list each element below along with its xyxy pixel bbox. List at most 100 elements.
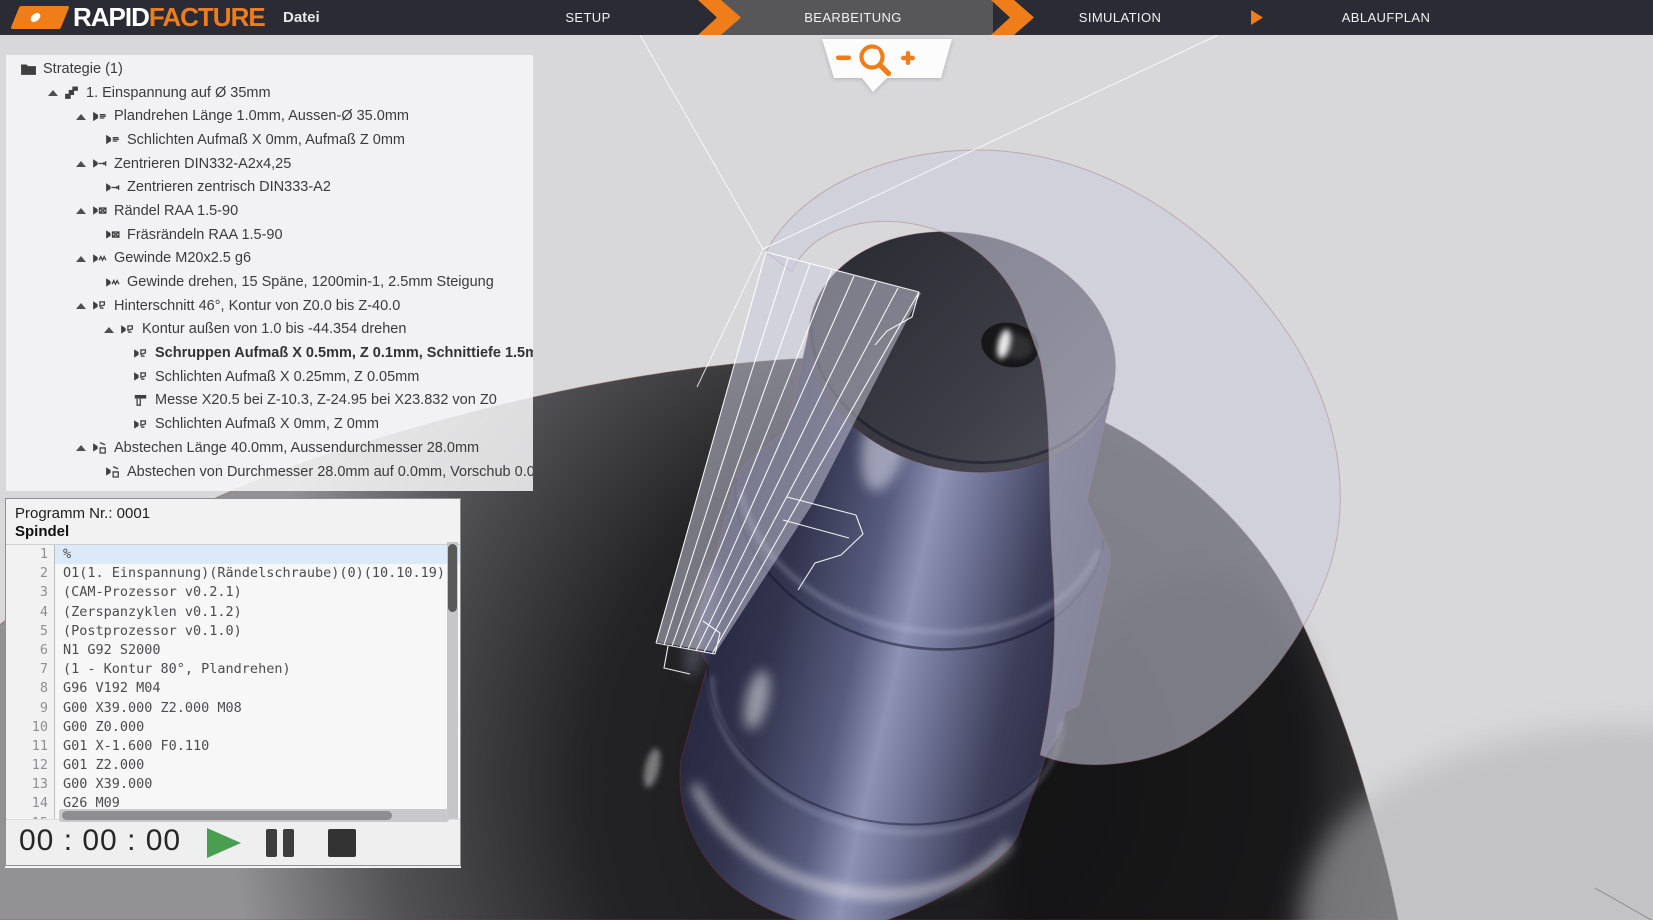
vertical-scrollbar[interactable] [447, 542, 458, 819]
line-number: 2 [6, 564, 55, 584]
gcode-line[interactable]: 1 % [6, 545, 460, 565]
tree-item[interactable]: Hinterschnitt 46°, Kontur von Z0.0 bis Z… [6, 294, 533, 318]
chuck-icon [63, 84, 80, 101]
tree-item[interactable]: Plandrehen Länge 1.0mm, Aussen-Ø 35.0mm [6, 104, 533, 128]
tree-item-label: Abstechen Länge 40.0mm, Aussendurchmesse… [114, 439, 480, 456]
vertical-scrollbar-thumb[interactable] [448, 544, 457, 612]
tree-item[interactable]: Schlichten Aufmaß X 0.25mm, Z 0.05mm [6, 365, 533, 389]
line-number: 13 [6, 775, 55, 795]
line-number: 4 [6, 602, 55, 622]
tree-item[interactable]: Schlichten Aufmaß X 0mm, Aufmaß Z 0mm [6, 128, 533, 152]
top-bar: RAPIDFACTURE Datei SETUP BEARBEITUNG SIM… [0, 0, 1653, 35]
collapse-arrow-icon[interactable] [76, 255, 86, 262]
line-number: 9 [6, 698, 55, 718]
tree-item-label: Schlichten Aufmaß X 0.25mm, Z 0.05mm [155, 368, 420, 385]
knurl-icon [91, 202, 108, 219]
brand-primary: RAPID [73, 2, 150, 32]
tree-item[interactable]: Abstechen von Durchmesser 28.0mm auf 0.0… [6, 460, 533, 484]
tree-item[interactable]: Fräsrändeln RAA 1.5-90 [6, 223, 533, 247]
tree-item[interactable]: Rändel RAA 1.5-90 [6, 199, 533, 223]
zoom-widget [822, 39, 952, 92]
workflow-step-simulation[interactable]: SIMULATION [1050, 0, 1190, 35]
program-number: Programm Nr.: 0001 [15, 505, 151, 522]
collapse-arrow-icon[interactable] [104, 326, 114, 333]
tree-item[interactable]: Strategie (1) [6, 57, 533, 81]
tree-item-label: Hinterschnitt 46°, Kontur von Z0.0 bis Z… [114, 297, 401, 314]
elapsed-time: 00 : 00 : 00 [19, 824, 182, 857]
line-text: G00 X39.000 Z2.000 M08 [63, 699, 242, 716]
contour-icon [132, 368, 149, 385]
tree-item[interactable]: Messe X20.5 bei Z-10.3, Z-24.95 bei X23.… [6, 389, 533, 413]
tree-item-label: Zentrieren DIN332-A2x4,25 [114, 155, 292, 172]
gcode-line[interactable]: 12 G01 Z2.000 [6, 756, 460, 776]
gcode-line[interactable]: 6 N1 G92 S2000 [6, 640, 460, 661]
zoom-widget-panel [822, 39, 952, 92]
collapse-arrow-icon[interactable] [76, 302, 86, 310]
gcode-line[interactable]: 8 G96 V192 M04 [6, 679, 460, 699]
horizontal-scrollbar-thumb[interactable] [62, 811, 392, 820]
tree-item-label: Schlichten Aufmaß X 0mm, Z 0mm [155, 416, 380, 433]
gcode-line[interactable]: 11 G01 X-1.600 F0.110 [6, 736, 460, 757]
line-number: 7 [6, 660, 55, 680]
gcode-line[interactable]: 2 O1(1. Einspannung)(Rändelschraube)(0)(… [6, 564, 460, 584]
line-text: (Postprozessor v0.1.0) [63, 622, 242, 639]
strategy-tree: Strategie (1) 1. Einspannung auf Ø 35mm … [6, 55, 533, 491]
playback-bar: 00 : 00 : 00 [6, 819, 460, 865]
tree-item-label: Messe X20.5 bei Z-10.3, Z-24.95 bei X23.… [155, 392, 497, 409]
stop-button[interactable] [326, 827, 358, 859]
menu-file[interactable]: Datei [283, 0, 320, 35]
facing-icon [104, 131, 121, 148]
tree-item[interactable]: Schlichten Aufmaß X 0mm, Z 0mm [6, 412, 533, 436]
tree-item-label: Gewinde drehen, 15 Späne, 1200min-1, 2.5… [127, 274, 494, 291]
line-text: (Zerspanzyklen v0.1.2) [63, 603, 242, 620]
gcode-line[interactable]: 7 (1 - Kontur 80°, Plandrehen) [6, 660, 460, 680]
collapse-arrow-icon[interactable] [48, 89, 58, 97]
collapse-arrow-icon[interactable] [76, 207, 86, 215]
gcode-line[interactable]: 10 G00 Z0.000 [6, 717, 460, 737]
tree-item[interactable]: Gewinde drehen, 15 Späne, 1200min-1, 2.5… [6, 270, 533, 294]
knurl-icon [104, 226, 121, 243]
arrow-right-icon [1251, 10, 1263, 25]
app-logo: RAPIDFACTURE [10, 0, 266, 35]
tree-item[interactable]: Schruppen Aufmaß X 0.5mm, Z 0.1mm, Schni… [6, 341, 533, 365]
gcode-line[interactable]: 13 G00 X39.000 [6, 775, 460, 795]
gcode-line[interactable]: 4 (Zerspanzyklen v0.1.2) [6, 602, 460, 622]
line-text: G96 V192 M04 [63, 680, 161, 697]
collapse-arrow-icon[interactable] [76, 160, 86, 168]
tree-item-label: Abstechen von Durchmesser 28.0mm auf 0.0… [127, 463, 533, 480]
tree-item-label: Schruppen Aufmaß X 0.5mm, Z 0.1mm, Schni… [155, 345, 533, 362]
workflow-step-bearbeitung[interactable]: BEARBEITUNG [783, 0, 923, 35]
line-number: 8 [6, 679, 55, 699]
play-icon [207, 828, 241, 858]
gcode-line[interactable]: 3 (CAM-Prozessor v0.2.1) [6, 583, 460, 603]
line-text: O1(1. Einspannung)(Rändelschraube)(0)(10… [63, 565, 446, 582]
horizontal-scrollbar[interactable] [59, 809, 449, 822]
tree-item[interactable]: 1. Einspannung auf Ø 35mm [6, 81, 533, 105]
caliper-icon [132, 392, 149, 409]
pause-button[interactable] [264, 827, 296, 859]
tree-item[interactable]: Zentrieren zentrisch DIN333-A2 [6, 175, 533, 199]
line-number: 12 [6, 756, 55, 776]
gcode-line[interactable]: 5 (Postprozessor v0.1.0) [6, 621, 460, 641]
tree-item-label: Fräsrändeln RAA 1.5-90 [127, 226, 283, 243]
tree-item[interactable]: Kontur außen von 1.0 bis -44.354 drehen [6, 318, 533, 342]
workflow-step-setup[interactable]: SETUP [518, 0, 658, 35]
workflow-step-ablaufplan[interactable]: ABLAUFPLAN [1316, 0, 1456, 35]
tree-item-label: Kontur außen von 1.0 bis -44.354 drehen [142, 321, 407, 338]
gcode-line[interactable]: 9 G00 X39.000 Z2.000 M08 [6, 698, 460, 718]
tree-item[interactable]: Zentrieren DIN332-A2x4,25 [6, 152, 533, 176]
play-button[interactable] [206, 827, 242, 859]
tree-item[interactable]: Gewinde M20x2.5 g6 [6, 247, 533, 271]
collapse-arrow-icon[interactable] [76, 113, 86, 120]
contour-icon [132, 345, 149, 362]
line-text: (1 - Kontur 80°, Plandrehen) [63, 661, 291, 678]
contour-icon [132, 416, 149, 433]
line-text: G01 Z2.000 [63, 757, 145, 774]
tree-item-label: Rändel RAA 1.5-90 [114, 202, 239, 219]
collapse-arrow-icon[interactable] [76, 444, 86, 452]
brand-secondary: FACTURE [148, 2, 266, 32]
line-number: 1 [6, 545, 55, 565]
folder-icon [20, 60, 37, 77]
tree-item[interactable]: Abstechen Länge 40.0mm, Aussendurchmesse… [6, 436, 533, 460]
zoom-out-button[interactable] [836, 55, 851, 61]
